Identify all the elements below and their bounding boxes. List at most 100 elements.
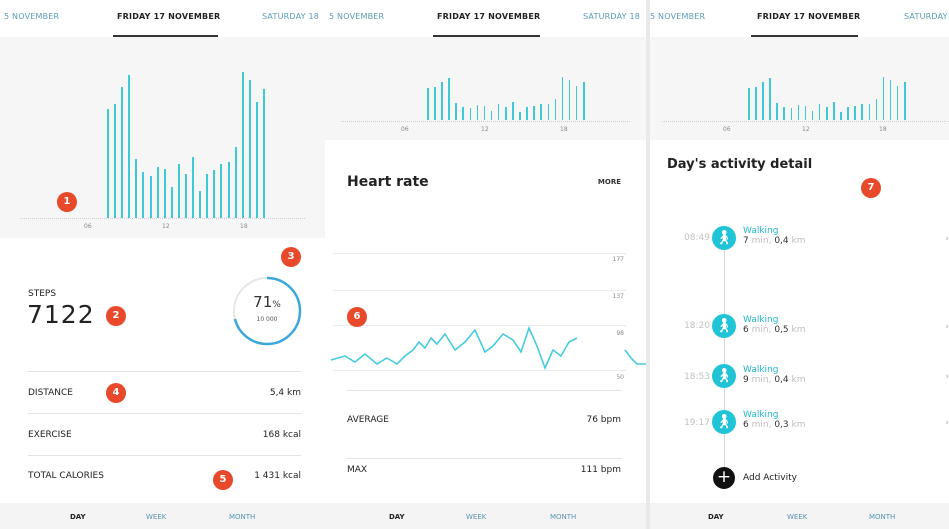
tab-day[interactable]: DAY <box>389 513 405 521</box>
max-label: MAX <box>347 465 368 475</box>
chart-bar <box>904 82 906 120</box>
heart-rate-title: Heart rate <box>347 174 429 190</box>
chart-bar <box>575 86 578 120</box>
x-tick: 12 <box>162 223 170 230</box>
period-tabs: DAY WEEK MONTH <box>0 503 325 529</box>
goal-value: 10 000 <box>256 316 278 323</box>
chart-bar <box>455 102 457 120</box>
chart-bar <box>427 88 429 120</box>
tab-day[interactable]: DAY <box>70 513 86 521</box>
chart-bar <box>441 81 443 120</box>
chart-bar <box>818 104 821 120</box>
grid-line <box>333 290 626 291</box>
chart-bar <box>755 86 757 120</box>
x-tick: 06 <box>401 126 409 133</box>
steps-value: 7122 <box>27 300 95 329</box>
annotation-badge-4: 4 <box>106 383 126 403</box>
goal-percent-sign: % <box>272 300 281 310</box>
date-current[interactable]: FRIDAY 17 NOVEMBER <box>757 12 860 21</box>
activity-meta: 7 min, 0,4 km <box>743 236 806 246</box>
tab-month[interactable]: MONTH <box>869 513 895 521</box>
activity-meta: 6 min, 0,3 km <box>743 420 806 430</box>
grid-line <box>333 253 626 254</box>
chart-bar <box>896 86 899 120</box>
tab-week[interactable]: WEEK <box>466 513 486 521</box>
average-value: 76 bpm <box>586 415 621 425</box>
divider <box>28 455 301 456</box>
add-activity-label: Add Activity <box>743 473 797 483</box>
chart-bar <box>497 104 500 120</box>
distance-label: DISTANCE <box>28 388 73 398</box>
tab-week[interactable]: WEEK <box>787 513 807 521</box>
date-next[interactable]: SATURDAY 18 <box>262 12 319 21</box>
chart-bar <box>142 172 145 218</box>
date-next[interactable]: SATURDAY <box>904 12 948 21</box>
chart-bar <box>875 99 878 120</box>
heart-rate-panel: 5 NOVEMBER FRIDAY 17 NOVEMBER SATURDAY 1… <box>325 0 646 529</box>
x-tick: 06 <box>723 126 731 133</box>
steps-label: STEPS <box>28 289 57 299</box>
date-current[interactable]: FRIDAY 17 NOVEMBER <box>437 12 540 21</box>
chart-bar <box>568 79 571 120</box>
chart-bar <box>776 102 778 120</box>
chart-bar <box>519 112 521 120</box>
chevron-right-icon: › <box>945 418 949 428</box>
divider <box>347 458 622 459</box>
walking-icon: 🚶︎ <box>712 410 736 434</box>
activity-detail-title: Day's activity detail <box>667 157 813 172</box>
date-next[interactable]: SATURDAY 18 <box>583 12 640 21</box>
max-value: 111 bpm <box>580 465 621 475</box>
chart-bar <box>185 173 187 218</box>
chart-bar <box>213 170 216 218</box>
distance-value: 5,4 km <box>269 388 301 398</box>
date-prev[interactable]: 5 NOVEMBER <box>4 12 59 21</box>
annotation-badge-3: 3 <box>281 247 301 267</box>
x-tick: 12 <box>481 126 489 133</box>
walking-icon: 🚶︎ <box>712 364 736 388</box>
x-tick: 18 <box>240 223 248 230</box>
steps-mini-chart: 06 12 18 <box>325 37 646 140</box>
date-prev[interactable]: 5 NOVEMBER <box>329 12 384 21</box>
activity-type: Walking <box>743 226 779 236</box>
annotation-badge-7: 7 <box>861 178 881 198</box>
total-calories-value: 1 431 kcal <box>254 471 301 481</box>
tab-month[interactable]: MONTH <box>229 513 255 521</box>
more-link[interactable]: MORE <box>598 178 621 186</box>
annotation-badge-1: 1 <box>57 192 77 212</box>
activity-meta: 9 min, 0,4 km <box>743 375 806 385</box>
chart-bar <box>840 112 842 120</box>
chart-bar <box>505 107 507 120</box>
chart-baseline <box>20 218 305 219</box>
chart-bar <box>448 78 450 120</box>
chart-bar <box>804 105 807 120</box>
chart-bar <box>811 111 814 120</box>
tab-day[interactable]: DAY <box>708 513 724 521</box>
chart-bar <box>121 87 124 218</box>
date-current[interactable]: FRIDAY 17 NOVEMBER <box>117 12 220 21</box>
x-tick: 18 <box>560 126 568 133</box>
chart-bar <box>469 107 472 120</box>
chart-bar <box>854 106 856 120</box>
activity-detail-panel: 5 NOVEMBER FRIDAY 17 NOVEMBER SATURDAY 0… <box>650 0 949 529</box>
chart-bar <box>783 106 785 120</box>
chart-bar <box>107 109 109 218</box>
tab-month[interactable]: MONTH <box>550 513 576 521</box>
chart-bar <box>554 99 557 120</box>
exercise-value: 168 kcal <box>262 430 301 440</box>
heart-rate-path-tail <box>624 349 646 365</box>
chart-bar <box>255 102 258 218</box>
chart-bar <box>533 106 535 120</box>
chart-bar <box>547 103 550 120</box>
chart-bar <box>889 79 892 120</box>
activity-time: 08:49 <box>684 233 710 243</box>
heart-rate-line <box>330 325 646 371</box>
divider <box>28 371 301 372</box>
chart-bar <box>128 75 131 218</box>
chart-bar <box>790 107 793 120</box>
tab-week[interactable]: WEEK <box>146 513 166 521</box>
chart-bar <box>762 81 764 120</box>
chart-bar <box>540 104 542 120</box>
chart-bar <box>177 163 180 218</box>
date-prev[interactable]: 5 NOVEMBER <box>650 12 705 21</box>
annotation-badge-2: 2 <box>106 306 126 326</box>
